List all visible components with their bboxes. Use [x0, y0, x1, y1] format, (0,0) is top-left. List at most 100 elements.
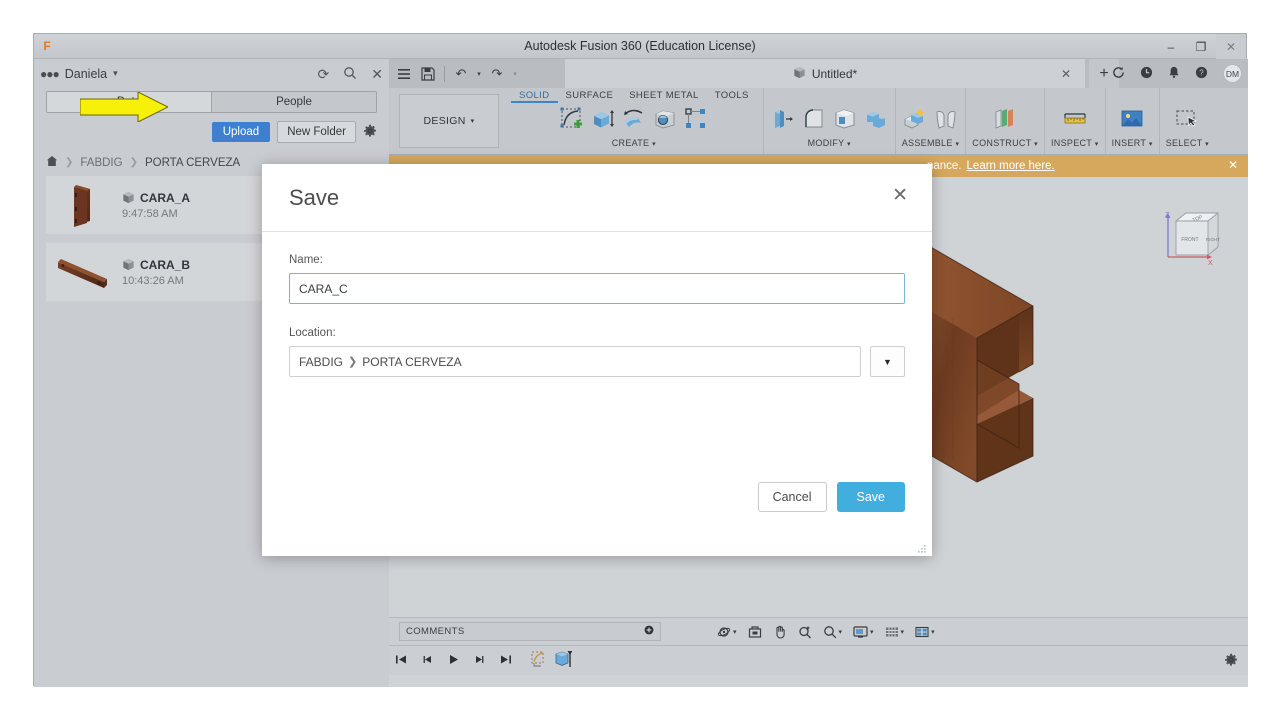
comments-panel-toggle[interactable]: COMMENTS	[399, 622, 661, 641]
banner-close-icon[interactable]: ✕	[1228, 158, 1238, 172]
display-settings-icon[interactable]: ▾	[853, 625, 874, 639]
revolve-icon[interactable]	[621, 106, 647, 137]
tab-people[interactable]: People	[211, 92, 376, 112]
close-icon[interactable]: ✕	[1061, 67, 1071, 81]
search-icon[interactable]	[343, 66, 357, 82]
chevron-down-icon: ▾	[1094, 141, 1099, 148]
user-name[interactable]: Daniela	[65, 67, 107, 81]
name-input[interactable]: CARA_C	[289, 273, 905, 304]
timeline-play-icon[interactable]	[447, 653, 460, 669]
undo-icon[interactable]: ↶	[450, 63, 472, 85]
location-separator: ❯	[348, 356, 358, 368]
data-panel-header-actions: ⟳ ✕	[318, 59, 383, 88]
joint-icon[interactable]	[933, 106, 959, 137]
pattern-icon[interactable]	[683, 106, 709, 137]
timeline-next-icon[interactable]	[473, 653, 486, 669]
workspace-selector[interactable]: DESIGN ▾	[399, 94, 499, 148]
measure-icon[interactable]	[1062, 106, 1088, 137]
close-panel-icon[interactable]: ✕	[371, 67, 383, 81]
ribbon-group-label[interactable]: CONSTRUCT ▾	[972, 138, 1038, 148]
orbit-icon[interactable]: ▾	[717, 625, 737, 639]
shell-icon[interactable]	[832, 106, 858, 137]
redo-icon[interactable]: ↷	[486, 63, 508, 85]
select-window-icon[interactable]	[1174, 106, 1200, 137]
chevron-down-icon[interactable]: ▾	[113, 68, 118, 79]
svg-text:?: ?	[1199, 68, 1204, 77]
gear-icon[interactable]	[363, 124, 377, 141]
chevron-down-icon[interactable]: ▾	[870, 628, 874, 636]
offset-plane-icon[interactable]	[992, 106, 1018, 137]
hamburger-menu-icon[interactable]	[393, 63, 415, 85]
thumbnail-cara-b	[50, 245, 116, 299]
help-icon[interactable]: ?	[1195, 66, 1208, 82]
svg-text:X: X	[1208, 260, 1213, 267]
viewports-icon[interactable]: ▾	[915, 625, 935, 639]
zoom-icon[interactable]: ▾	[823, 625, 843, 639]
fillet-icon[interactable]	[801, 106, 827, 137]
thumbnail-cara-a	[50, 178, 116, 232]
banner-link[interactable]: Learn more here.	[967, 160, 1055, 172]
home-icon[interactable]	[46, 155, 58, 170]
timeline-feature-sketch-icon[interactable]	[531, 650, 549, 671]
timeline-feature-extrude-icon[interactable]	[554, 649, 573, 672]
timeline-prev-icon[interactable]	[421, 653, 434, 669]
redo-caret-icon[interactable]: ▾	[510, 63, 520, 85]
dialog-close-icon[interactable]: ✕	[892, 186, 908, 205]
document-tab[interactable]: Untitled* ✕	[565, 59, 1085, 88]
zoom-window-icon[interactable]	[798, 625, 812, 639]
cancel-button[interactable]: Cancel	[757, 482, 827, 512]
chevron-down-icon[interactable]: ▾	[839, 628, 843, 636]
sweep-icon[interactable]	[652, 106, 678, 137]
avatar[interactable]: DM	[1223, 64, 1242, 83]
document-cube-icon	[793, 66, 806, 82]
pan-hand-icon[interactable]	[773, 625, 787, 639]
tab-surface[interactable]: SURFACE	[558, 88, 622, 103]
chevron-down-icon[interactable]: ▾	[733, 628, 737, 636]
ribbon-group-label[interactable]: ASSEMBLE ▾	[902, 138, 960, 148]
look-at-icon[interactable]	[748, 625, 762, 639]
notifications-bell-icon[interactable]	[1168, 66, 1180, 82]
breadcrumb-item-fabdig[interactable]: FABDIG	[80, 157, 122, 169]
restore-button[interactable]: ❐	[1186, 34, 1216, 59]
ribbon-group-label[interactable]: INSPECT ▾	[1051, 138, 1099, 148]
add-comment-icon[interactable]	[644, 625, 654, 638]
ribbon-group-select: SELECT ▾	[1160, 88, 1215, 154]
extrude-icon[interactable]	[590, 106, 616, 137]
breadcrumb-item-porta-cerveza[interactable]: PORTA CERVEZA	[145, 157, 240, 169]
component-cube-icon	[122, 258, 135, 271]
timeline-last-icon[interactable]	[499, 653, 512, 669]
grid-snaps-icon[interactable]: ▾	[885, 625, 905, 639]
chevron-down-icon[interactable]: ▾	[901, 628, 905, 636]
job-status-icon[interactable]	[1112, 66, 1125, 82]
ribbon-group-label[interactable]: MODIFY ▾	[808, 138, 851, 148]
new-folder-button[interactable]: New Folder	[277, 121, 356, 143]
upload-button[interactable]: Upload	[211, 122, 271, 142]
ribbon-group-label[interactable]: SELECT ▾	[1166, 138, 1209, 148]
minimize-button[interactable]: –	[1156, 34, 1186, 59]
workspace-label: DESIGN	[423, 115, 466, 127]
ribbon-group-label[interactable]: INSERT ▾	[1112, 138, 1153, 148]
press-pull-icon[interactable]	[770, 106, 796, 137]
new-component-icon[interactable]	[902, 106, 928, 137]
timeline-settings-icon[interactable]	[1224, 653, 1238, 670]
recent-clock-icon[interactable]	[1140, 66, 1153, 82]
resize-grip[interactable]	[917, 541, 927, 553]
close-button[interactable]: ✕	[1216, 34, 1246, 59]
tab-solid[interactable]: SOLID	[511, 88, 558, 103]
undo-caret-icon[interactable]: ▾	[474, 63, 484, 85]
insert-image-icon[interactable]	[1119, 106, 1145, 137]
inspect-label: INSPECT	[1050, 138, 1092, 148]
location-dropdown-button[interactable]: ▼	[870, 346, 905, 377]
combine-icon[interactable]	[863, 106, 889, 137]
timeline-first-icon[interactable]	[395, 653, 408, 669]
location-input[interactable]: FABDIG ❯ PORTA CERVEZA	[289, 346, 861, 377]
tab-tools[interactable]: TOOLS	[707, 88, 757, 103]
refresh-icon[interactable]: ⟳	[318, 67, 330, 81]
modify-label: MODIFY	[807, 138, 845, 148]
save-button[interactable]: Save	[836, 482, 905, 512]
ribbon-group-label[interactable]: CREATE ▾	[612, 138, 656, 148]
save-disk-icon[interactable]	[417, 63, 439, 85]
create-sketch-icon[interactable]	[559, 106, 585, 137]
chevron-down-icon[interactable]: ▾	[931, 628, 935, 636]
tab-sheet-metal[interactable]: SHEET METAL	[621, 88, 707, 103]
